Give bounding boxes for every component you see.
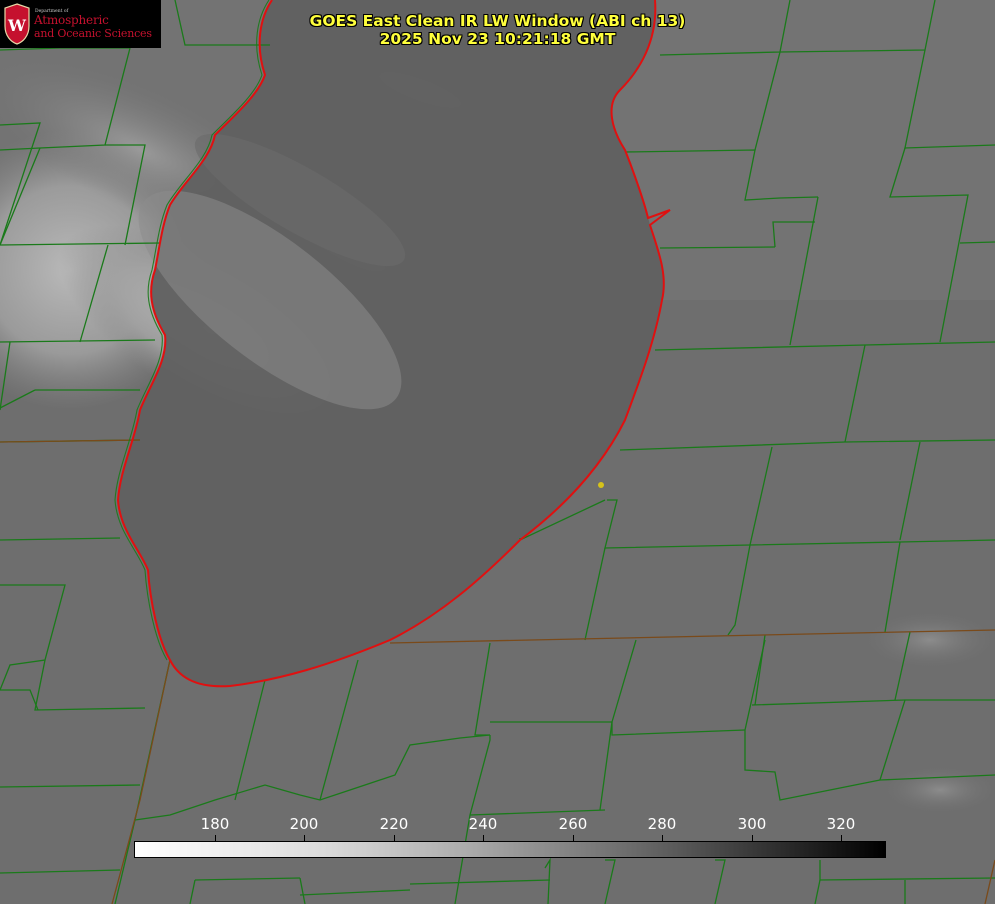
colorbar-tick bbox=[483, 835, 484, 841]
cloud-patch bbox=[880, 765, 995, 815]
image-timestamp: 2025 Nov 23 10:21:18 GMT bbox=[379, 30, 616, 48]
colorbar-tick-label: 240 bbox=[468, 815, 498, 833]
colorbar-tick-label: 300 bbox=[737, 815, 767, 833]
image-title: GOES East Clean IR LW Window (ABI ch 13) bbox=[309, 12, 686, 30]
colorbar-tick bbox=[752, 835, 753, 841]
satellite-image-viewer: W Department of Atmospheric and Oceanic … bbox=[0, 0, 995, 904]
colorbar-tick-label: 260 bbox=[558, 815, 588, 833]
colorbar-tick-label: 180 bbox=[200, 815, 230, 833]
colorbar-tick bbox=[304, 835, 305, 841]
satellite-ir-map bbox=[0, 0, 995, 904]
brightness-temperature-colorbar bbox=[134, 841, 886, 858]
colorbar-tick-label: 320 bbox=[826, 815, 856, 833]
colorbar-tick bbox=[573, 835, 574, 841]
location-marker bbox=[598, 482, 604, 488]
colorbar-tick bbox=[394, 835, 395, 841]
cloud-patch bbox=[860, 610, 995, 670]
colorbar-tick bbox=[662, 835, 663, 841]
colorbar-tick-label: 200 bbox=[289, 815, 319, 833]
colorbar-tick-label: 220 bbox=[379, 815, 409, 833]
colorbar-tick bbox=[215, 835, 216, 841]
colorbar-tick bbox=[841, 835, 842, 841]
colorbar-tick-label: 280 bbox=[647, 815, 677, 833]
